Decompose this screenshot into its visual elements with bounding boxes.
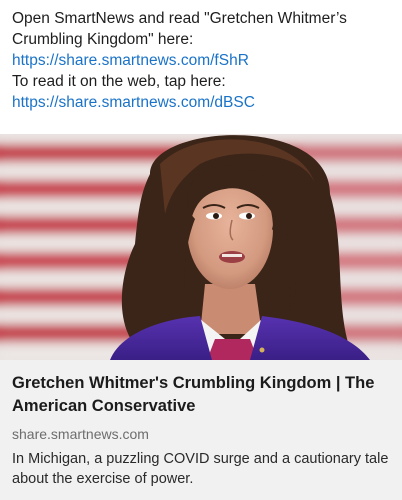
smartnews-web-link[interactable]: https://share.smartnews.com/dBSC (12, 94, 255, 111)
message-text: Open SmartNews and read "Gretchen Whitme… (0, 0, 402, 134)
preview-title[interactable]: Gretchen Whitmer's Crumbling Kingdom | T… (12, 372, 390, 418)
preview-text: Gretchen Whitmer's Crumbling Kingdom | T… (0, 360, 402, 489)
link-preview-card[interactable]: Gretchen Whitmer's Crumbling Kingdom | T… (0, 134, 402, 500)
message-paragraph-2: To read it on the web, tap here: https:/… (12, 71, 390, 113)
message-paragraph-1: Open SmartNews and read "Gretchen Whitme… (12, 8, 390, 71)
message-prefix-1: Open SmartNews and read "Gretchen Whitme… (12, 10, 347, 48)
smartnews-app-link[interactable]: https://share.smartnews.com/fShR (12, 52, 249, 69)
preview-photo (0, 134, 402, 360)
preview-domain: share.smartnews.com (12, 426, 149, 442)
preview-image[interactable] (0, 134, 402, 360)
preview-description: In Michigan, a puzzling COVID surge and … (12, 451, 389, 487)
message-prefix-2: To read it on the web, tap here: (12, 73, 226, 90)
